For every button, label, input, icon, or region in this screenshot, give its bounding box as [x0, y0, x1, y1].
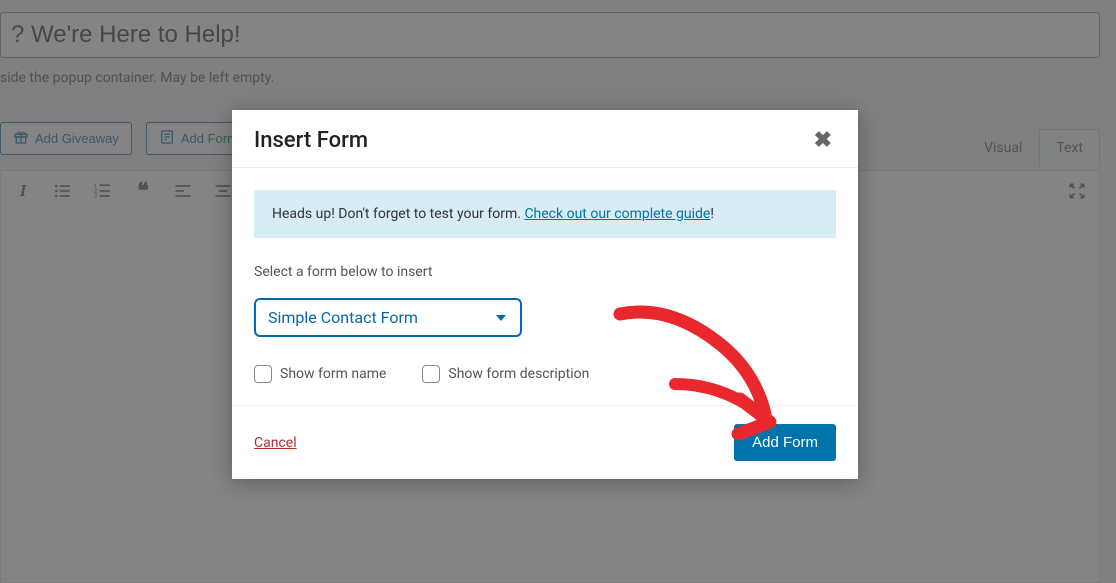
show-form-description-checkbox[interactable]: Show form description: [422, 365, 589, 383]
checkbox-icon: [254, 365, 272, 383]
select-label: Select a form below to insert: [254, 264, 836, 280]
cancel-button[interactable]: Cancel: [254, 435, 297, 451]
modal-title: Insert Form: [254, 128, 368, 153]
close-icon[interactable]: ✖: [810, 126, 836, 155]
insert-form-modal: Insert Form ✖ Heads up! Don't forget to …: [232, 110, 858, 479]
show-form-name-checkbox[interactable]: Show form name: [254, 365, 386, 383]
guide-link[interactable]: Check out our complete guide: [524, 206, 710, 222]
checkbox-icon: [422, 365, 440, 383]
add-form-submit-button[interactable]: Add Form: [734, 424, 836, 461]
info-banner: Heads up! Don't forget to test your form…: [254, 190, 836, 238]
form-select-dropdown[interactable]: Simple Contact Form: [254, 298, 522, 337]
